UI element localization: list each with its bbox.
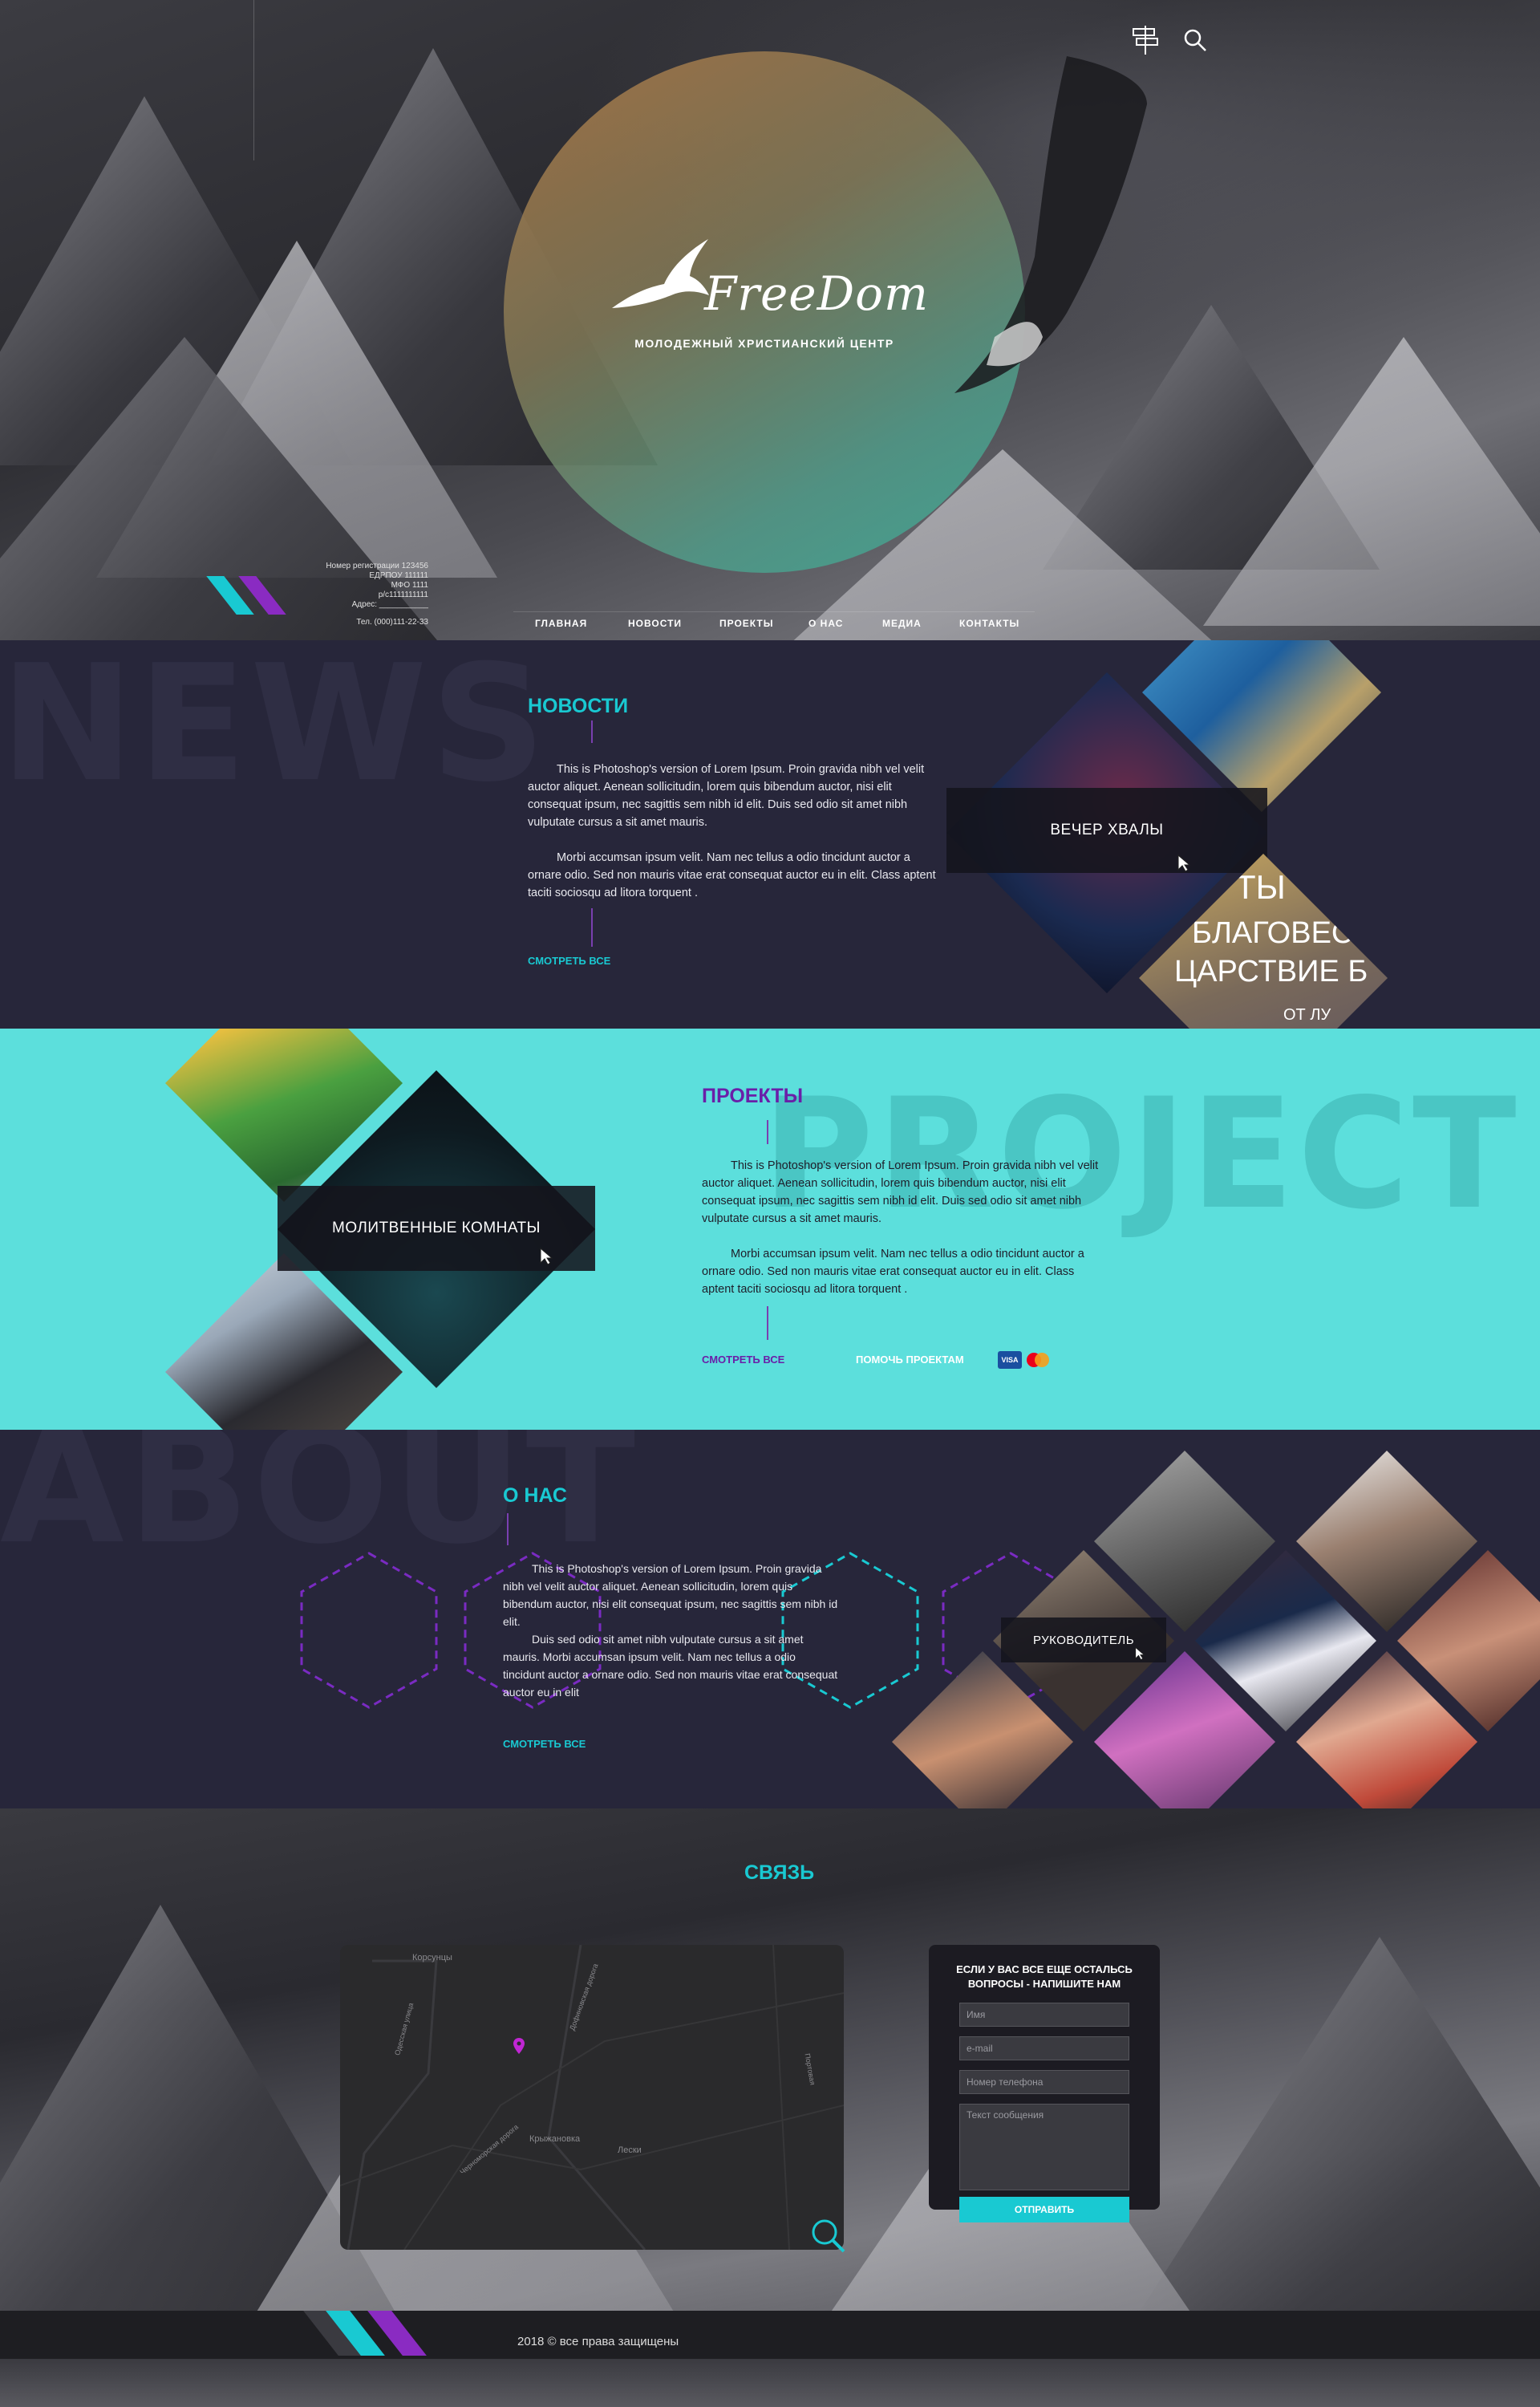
news-text: This is Photoshop's version of Lorem Ips…	[528, 761, 945, 919]
name-field[interactable]	[959, 2003, 1129, 2027]
accent-mark	[767, 1120, 768, 1144]
signpost-icon[interactable]	[1129, 24, 1161, 56]
nav-home[interactable]: ГЛАВНАЯ	[535, 618, 587, 629]
map-label: Корсунцы	[412, 1953, 452, 1963]
contact-title: СВЯЗЬ	[744, 1861, 815, 1884]
cursor-icon	[540, 1247, 553, 1265]
nav-contacts[interactable]: КОНТАКТЫ	[959, 618, 1019, 629]
logo-text[interactable]: FreeDom	[704, 266, 929, 321]
poster-line: ТЫ	[1235, 868, 1286, 906]
accent-mark	[591, 908, 593, 947]
news-banner[interactable]: ВЕЧЕР ХВАЛЫ	[946, 788, 1267, 873]
location-map[interactable]: Корсунцы Крыжановка Лески Дофиновская до…	[340, 1945, 844, 2250]
cursor-icon	[1135, 1646, 1145, 1661]
project-paragraph: Morbi accumsan ipsum velit. Nam nec tell…	[702, 1248, 1084, 1296]
map-roads	[340, 1945, 844, 2250]
project-text: This is Photoshop's version of Lorem Ips…	[702, 1157, 1103, 1316]
eagle-image	[954, 56, 1147, 393]
leader-banner-label: РУКОВОДИТЕЛЬ	[1032, 1633, 1135, 1647]
form-title: ЕСЛИ У ВАС ВСЕ ЕЩЕ ОСТАЛЬСЬ ВОПРОСЫ - НА…	[956, 1963, 1133, 1990]
hexagon-outline	[300, 1552, 438, 1709]
submit-button[interactable]: ОТПРАВИТЬ	[959, 2197, 1129, 2222]
news-bg-word: NEWS	[0, 640, 549, 818]
cursor-icon	[1177, 854, 1191, 872]
mountain-shape	[1123, 1937, 1540, 2311]
project-paragraph: This is Photoshop's version of Lorem Ips…	[702, 1159, 1099, 1225]
reg-line: р/с1111111111	[378, 591, 428, 599]
news-paragraph: Morbi accumsan ipsum velit. Nam nec tell…	[528, 851, 936, 899]
about-text: This is Photoshop's version of Lorem Ips…	[503, 1560, 840, 1701]
reg-line: ЕДРПОУ 111111	[369, 571, 428, 580]
mastercard-icon[interactable]	[1023, 1351, 1052, 1369]
message-field[interactable]	[959, 2104, 1129, 2190]
project-banner-label: МОЛИТВЕННЫЕ КОМНАТЫ	[332, 1220, 541, 1236]
nav-projects[interactable]: ПРОЕКТЫ	[719, 618, 774, 629]
footer-mountain-strip	[0, 2359, 1540, 2407]
poster-line: ОТ ЛУ	[1283, 1006, 1331, 1024]
news-section: NEWS НОВОСТИ This is Photoshop's version…	[0, 640, 1540, 1029]
reg-line: Тел. (000)111-22-33	[356, 618, 428, 627]
poster-line: БЛАГОВЕС	[1192, 916, 1354, 950]
nav-about[interactable]: О НАС	[808, 618, 843, 629]
project-title: ПРОЕКТЫ	[702, 1085, 804, 1107]
nav-media[interactable]: МЕДИА	[882, 618, 922, 629]
logo-subtitle: МОЛОДЕЖНЫЙ ХРИСТИАНСКИЙ ЦЕНТР	[634, 337, 894, 350]
news-banner-label: ВЕЧЕР ХВАЛЫ	[1050, 822, 1164, 838]
about-title: О НАС	[503, 1484, 567, 1507]
divider-line	[253, 0, 254, 160]
map-label: Лески	[618, 2145, 642, 2155]
accent-mark	[507, 1513, 509, 1545]
news-paragraph: This is Photoshop's version of Lorem Ips…	[528, 763, 925, 829]
map-search-icon[interactable]	[808, 2216, 849, 2256]
reg-line: Номер регистрации 123456	[326, 562, 428, 570]
search-icon[interactable]	[1179, 24, 1211, 56]
reg-line: МФО 1111	[391, 581, 428, 590]
map-label: Крыжановка	[529, 2134, 581, 2144]
copyright-text: 2018 © все права защищены	[517, 2335, 679, 2348]
project-see-all-link[interactable]: СМОТРЕТЬ ВСЕ	[702, 1354, 784, 1366]
accent-mark	[767, 1306, 768, 1340]
registration-info: Номер регистрации 123456 ЕДРПОУ 111111 М…	[273, 562, 428, 627]
poster-line: ЦАРСТВИЕ Б	[1174, 955, 1368, 988]
main-nav: ГЛАВНАЯ НОВОСТИ ПРОЕКТЫ О НАС МЕДИА КОНТ…	[513, 618, 1035, 634]
eagle-logo-icon	[612, 239, 709, 308]
reg-line: Адрес: ___________	[351, 600, 428, 609]
footer: 2018 © все права защищены	[0, 2311, 1540, 2407]
visa-icon[interactable]: VISA	[998, 1351, 1022, 1369]
news-title: НОВОСТИ	[528, 695, 629, 717]
help-projects-link[interactable]: ПОМОЧЬ ПРОЕКТАМ	[856, 1354, 964, 1366]
nav-divider	[513, 611, 1035, 612]
contact-form: ЕСЛИ У ВАС ВСЕ ЕЩЕ ОСТАЛЬСЬ ВОПРОСЫ - НА…	[929, 1945, 1160, 2222]
email-field[interactable]	[959, 2036, 1129, 2060]
nav-news[interactable]: НОВОСТИ	[628, 618, 682, 629]
about-paragraph: This is Photoshop's version of Lorem Ips…	[503, 1562, 838, 1628]
about-section: ABOUT О НАС This is Photoshop's version …	[0, 1430, 1540, 1808]
about-paragraph: Duis sed odio sit amet nibh vulputate cu…	[503, 1633, 838, 1699]
hero-section: FreeDom МОЛОДЕЖНЫЙ ХРИСТИАНСКИЙ ЦЕНТР Но…	[0, 0, 1540, 640]
news-see-all-link[interactable]: СМОТРЕТЬ ВСЕ	[528, 955, 610, 967]
about-see-all-link[interactable]: СМОТРЕТЬ ВСЕ	[503, 1738, 586, 1750]
map-pin-icon[interactable]	[513, 2038, 525, 2054]
project-section: PROJECT ПРОЕКТЫ This is Photoshop's vers…	[0, 1029, 1540, 1430]
accent-mark	[591, 720, 593, 743]
phone-field[interactable]	[959, 2070, 1129, 2094]
